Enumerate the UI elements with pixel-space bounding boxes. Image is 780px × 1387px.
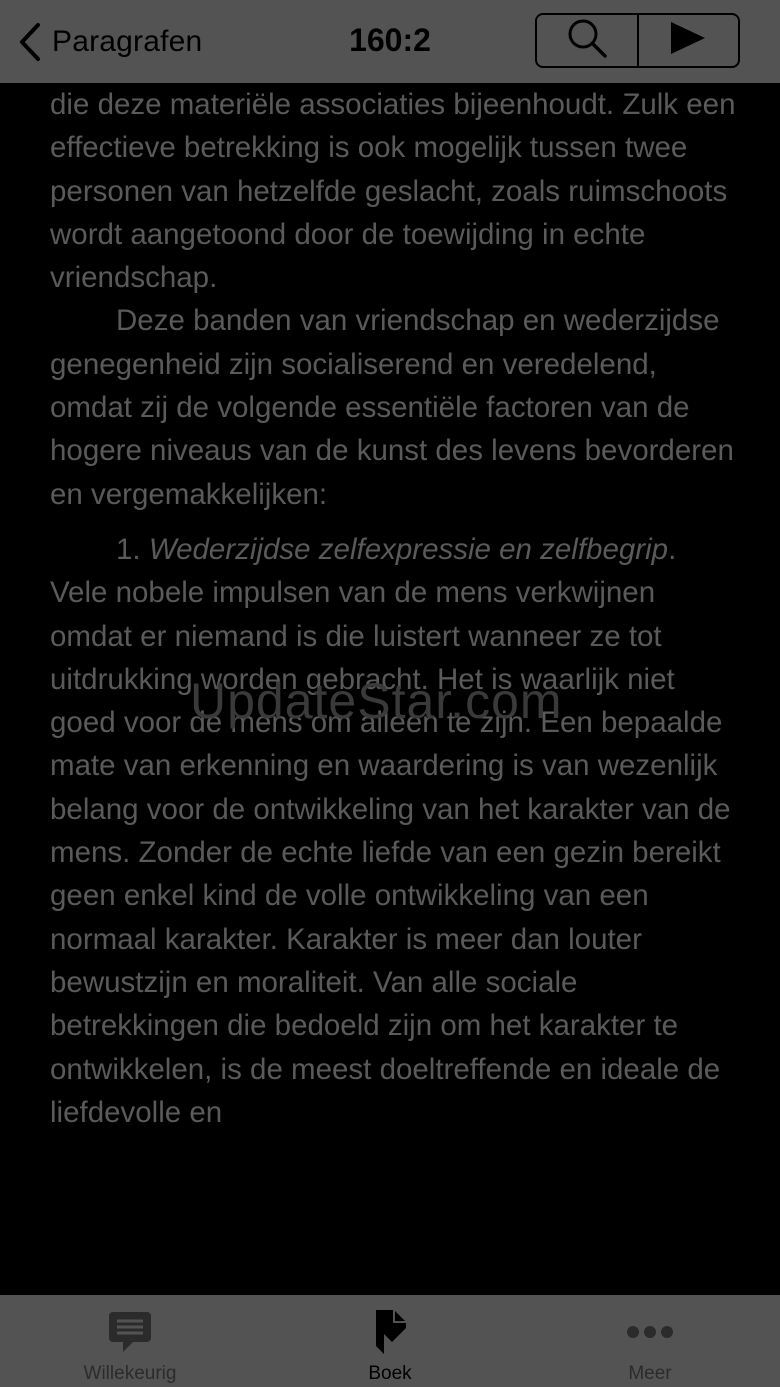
back-button[interactable]: Paragrafen [18, 18, 202, 66]
tab-label: Meer [628, 1363, 672, 1384]
list-item-paragraph: 1. Wederzijdse zelfexpressie en zelfbegr… [50, 528, 740, 1134]
tab-bar: Willekeurig Boek Meer [0, 1295, 780, 1387]
paragraph: die deze materiële associaties bijeenhou… [50, 88, 736, 295]
tab-label: Willekeurig [83, 1363, 177, 1384]
chevron-left-icon [18, 22, 42, 62]
navigation-bar: Paragrafen 160:2 [0, 0, 780, 83]
item-title: Wederzijdse zelfexpressie en zelfbegrip [148, 532, 669, 566]
tab-willekeurig[interactable]: Willekeurig [0, 1295, 260, 1387]
paragraph-reference: 160:2 [349, 22, 431, 58]
search-button[interactable] [537, 15, 637, 66]
item-number: 1. [116, 532, 141, 566]
reader-screen: Paragrafen 160:2 die deze materiële asso… [0, 0, 780, 1387]
play-icon [669, 21, 707, 60]
bookmark-icon [370, 1307, 410, 1357]
toolbar-segment [535, 13, 740, 68]
chat-bubble-icon [107, 1307, 153, 1357]
back-label: Paragrafen [52, 25, 203, 58]
tab-label: Boek [368, 1363, 412, 1384]
ellipsis-icon [626, 1307, 674, 1357]
item-text: . Vele nobele impulsen van de mens verkw… [50, 532, 731, 1129]
paragraph: Deze banden van vriendschap en wederzijd… [50, 304, 734, 511]
play-button[interactable] [636, 15, 739, 66]
tab-boek[interactable]: Boek [260, 1295, 520, 1387]
search-icon [565, 16, 609, 65]
reading-text: die deze materiële associaties bijeenhou… [50, 83, 740, 1295]
tab-meer[interactable]: Meer [520, 1295, 780, 1387]
